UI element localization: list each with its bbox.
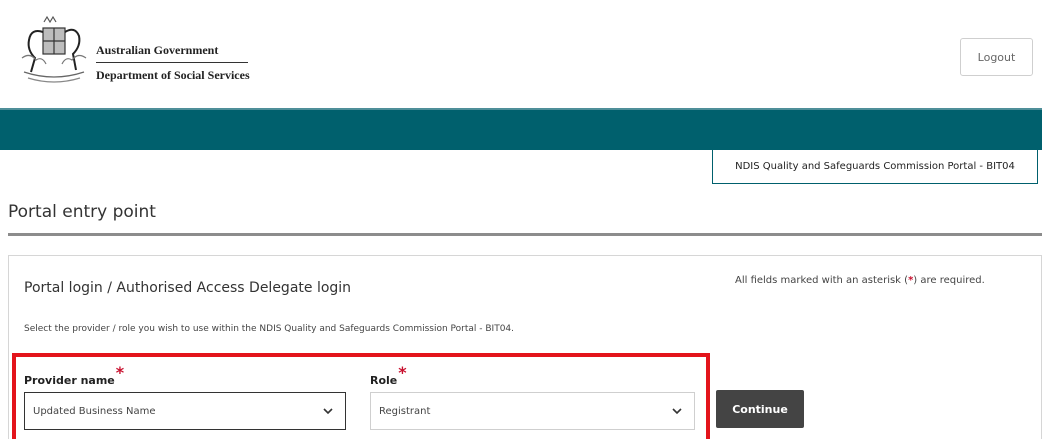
provider-name-label-text: Provider name [24, 374, 115, 387]
role-label: Role* [370, 363, 407, 388]
role-select[interactable]: Registrant [370, 392, 695, 430]
required-asterisk-icon: * [115, 363, 125, 382]
provider-name-value: Updated Business Name [33, 405, 156, 417]
title-divider [8, 233, 1042, 236]
role-label-text: Role [370, 374, 398, 387]
chevron-down-icon [323, 408, 333, 415]
continue-button[interactable]: Continue [716, 390, 804, 428]
australian-coat-of-arms-icon [21, 15, 87, 83]
gov-line-australian-government: Australian Government [96, 42, 248, 63]
provider-name-select[interactable]: Updated Business Name [24, 392, 346, 430]
logout-button[interactable]: Logout [960, 38, 1033, 76]
required-fields-note: All fields marked with an asterisk (*) a… [735, 275, 985, 286]
required-asterisk-icon: * [398, 363, 407, 382]
portal-name-badge: NDIS Quality and Safeguards Commission P… [712, 150, 1038, 184]
gov-line-department: Department of Social Services [96, 68, 250, 82]
navigation-bar [0, 108, 1042, 150]
site-header: Australian Government Department of Soci… [0, 0, 1042, 108]
provider-name-label: Provider name* [24, 363, 124, 388]
panel-title: Portal login / Authorised Access Delegat… [24, 280, 352, 296]
role-value: Registrant [379, 405, 431, 417]
government-wordmark: Australian Government Department of Soci… [96, 42, 250, 83]
required-note-suffix: ) are required. [913, 275, 985, 286]
page-title: Portal entry point [8, 202, 156, 222]
instruction-text: Select the provider / role you wish to u… [24, 324, 515, 334]
required-note-prefix: All fields marked with an asterisk ( [735, 275, 909, 286]
chevron-down-icon [672, 408, 682, 415]
